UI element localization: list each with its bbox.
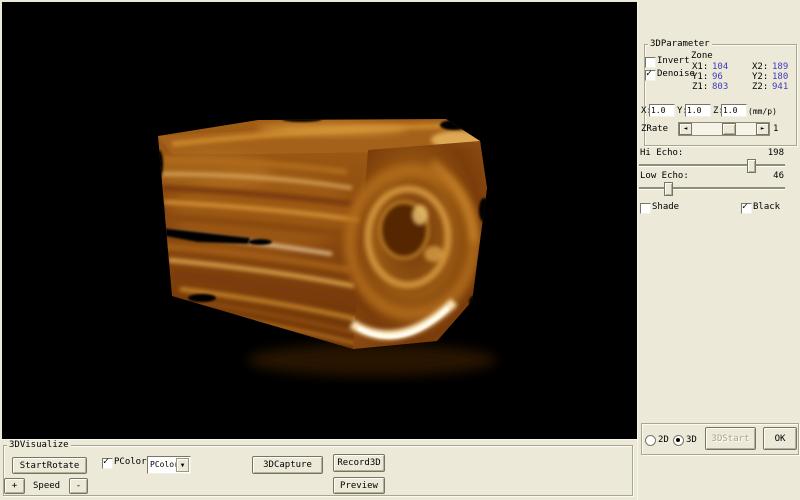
zrate-right-arrow[interactable]: ►: [756, 123, 769, 135]
ok-button[interactable]: OK: [763, 427, 797, 450]
3dcapture-button[interactable]: 3DCapture: [252, 456, 323, 474]
pcolor-label: PColor: [114, 457, 147, 467]
black-checkbox[interactable]: [741, 203, 752, 214]
zone-z2-label: Z2:: [752, 82, 768, 92]
mode-2d-radio[interactable]: [645, 435, 656, 446]
scale-unit-label: (mm/p): [748, 107, 777, 117]
z-scale-input[interactable]: [721, 104, 747, 117]
pcolor-checkbox[interactable]: [102, 458, 113, 469]
speed-label: Speed: [33, 481, 60, 491]
zone-x1-label: X1:: [692, 62, 708, 72]
pcolor-dropdown[interactable]: PColor ▼: [147, 456, 191, 474]
invert-checkbox[interactable]: [645, 57, 656, 68]
zone-x1-value: 104: [712, 62, 728, 72]
speed-plus-button[interactable]: +: [4, 478, 25, 494]
zone-x2-label: X2:: [752, 62, 768, 72]
zone-y1-value: 96: [712, 72, 723, 82]
application-window: 3DParameter Invert Denoise Zone X1: 104 …: [0, 0, 800, 500]
invert-label: Invert: [657, 56, 690, 66]
black-label: Black: [753, 202, 780, 212]
record3d-button[interactable]: Record3D: [333, 454, 385, 472]
shade-label: Shade: [652, 202, 679, 212]
zrate-thumb[interactable]: [722, 123, 736, 135]
hi-echo-label: Hi Echo:: [640, 148, 683, 158]
y-scale-input[interactable]: [685, 104, 711, 117]
mode-2d-label: 2D: [658, 435, 669, 445]
shade-checkbox[interactable]: [640, 203, 651, 214]
low-echo-label: Low Echo:: [640, 171, 689, 181]
low-echo-value: 46: [746, 171, 784, 181]
pcolor-dropdown-value: PColor: [150, 460, 179, 470]
mode-3d-radio[interactable]: [673, 435, 684, 446]
hi-echo-slider[interactable]: [639, 164, 785, 167]
start-rotate-button[interactable]: StartRotate: [12, 457, 87, 474]
zrate-left-arrow[interactable]: ◄: [679, 123, 692, 135]
zone-z1-label: Z1:: [692, 82, 708, 92]
3dvisualize-group-title: 3DVisualize: [7, 440, 71, 450]
3dparameter-group-title: 3DParameter: [648, 39, 712, 49]
zone-y1-label: Y1:: [692, 72, 708, 82]
3d-viewport[interactable]: [2, 2, 637, 439]
pcolor-dropdown-arrow-icon[interactable]: ▼: [176, 458, 189, 472]
zone-z1-value: 803: [712, 82, 728, 92]
preview-button[interactable]: Preview: [333, 477, 385, 494]
speed-minus-button[interactable]: -: [69, 478, 88, 494]
mode-3d-label: 3D: [686, 435, 697, 445]
zone-y2-value: 180: [772, 72, 788, 82]
low-echo-slider[interactable]: [639, 187, 785, 190]
volume-render-image: [2, 2, 637, 439]
zone-x2-value: 189: [772, 62, 788, 72]
zone-z2-value: 941: [772, 82, 788, 92]
zone-title: Zone: [691, 51, 713, 61]
zrate-label: ZRate: [641, 124, 668, 134]
3dstart-button[interactable]: 3DStart: [705, 427, 756, 450]
visualize-bar: 3DVisualize StartRotate + Speed - PColor…: [0, 439, 637, 500]
zrate-scrollbar[interactable]: ◄ ►: [678, 122, 770, 136]
zrate-value: 1: [773, 124, 778, 134]
low-echo-thumb[interactable]: [664, 182, 673, 196]
hi-echo-value: 198: [746, 148, 784, 158]
denoise-checkbox[interactable]: [645, 70, 656, 81]
parameter-panel: 3DParameter Invert Denoise Zone X1: 104 …: [637, 0, 800, 500]
zone-y2-label: Y2:: [752, 72, 768, 82]
x-scale-input[interactable]: [649, 104, 675, 117]
denoise-label: Denoise: [657, 69, 695, 79]
